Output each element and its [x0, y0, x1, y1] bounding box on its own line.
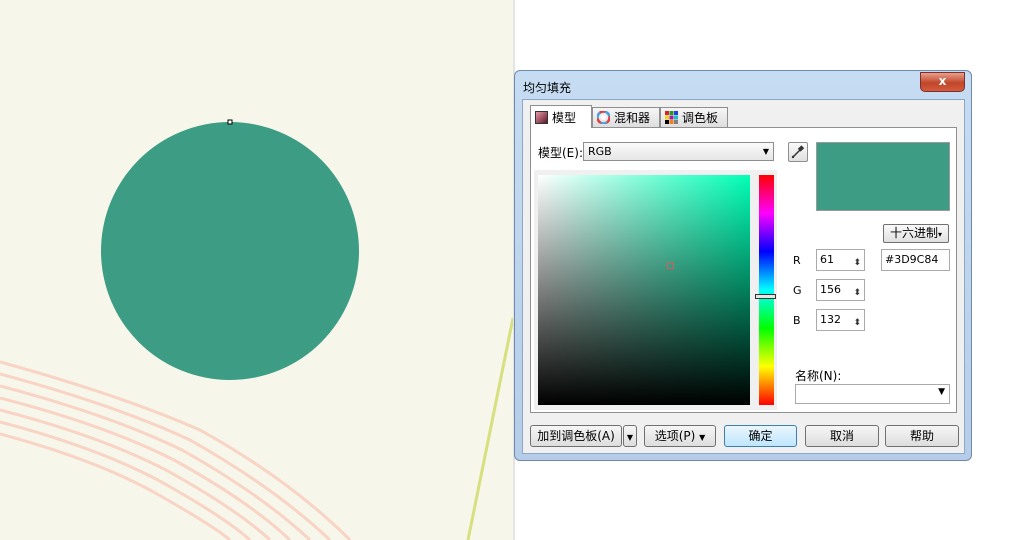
options-label: 选项(P): [654, 429, 696, 443]
hue-slider-handle[interactable]: [755, 294, 776, 299]
channel-r-input[interactable]: 61 ⬍: [816, 249, 865, 271]
name-label: 名称(N):: [795, 369, 842, 383]
cancel-button[interactable]: 取消: [805, 425, 879, 447]
model-label: 模型(E):: [538, 146, 583, 160]
circle-node-handle: [227, 119, 233, 125]
channel-g-value: 156: [820, 283, 841, 296]
close-button[interactable]: x: [920, 72, 965, 92]
channel-r-value: 61: [820, 253, 834, 266]
ok-button[interactable]: 确定: [724, 425, 797, 447]
chevron-down-icon: ▼: [762, 147, 769, 156]
name-dropdown[interactable]: ▼: [795, 384, 950, 404]
spinner-icon[interactable]: ⬍: [853, 313, 861, 333]
hue-strip[interactable]: [759, 175, 774, 405]
spinner-icon[interactable]: ⬍: [853, 253, 861, 273]
channel-g-label: G: [793, 284, 802, 297]
dialog-client: 模型 混和器 调色板 模型(E): RGB ▼ 十六进制▾ R 61 ⬍ G 1…: [522, 99, 965, 454]
mixer-icon: [597, 111, 610, 124]
chevron-down-icon: ▼: [626, 433, 634, 442]
tab-palette[interactable]: 调色板: [660, 107, 728, 127]
eyedropper-button[interactable]: [788, 142, 808, 162]
channel-b-value: 132: [820, 313, 841, 326]
pink-stripes: [0, 360, 352, 540]
green-line: [466, 317, 513, 540]
tab-model-label: 模型: [552, 110, 577, 125]
canvas-artwork: [0, 119, 513, 540]
model-dropdown[interactable]: RGB ▼: [583, 142, 774, 161]
uniform-fill-dialog: 均匀填充 x 模型 混和器 调色板 模型(E): RGB ▼ 十六进制▾ R 6…: [514, 70, 972, 461]
dropdown-arrow-icon: ▾: [938, 230, 943, 239]
ok-label: 确定: [748, 429, 773, 443]
add-to-palette-label: 加到调色板(A): [537, 429, 615, 443]
channel-g-input[interactable]: 156 ⬍: [816, 279, 865, 301]
color-selection-marker[interactable]: [667, 262, 674, 269]
hex-value: #3D9C84: [885, 253, 939, 266]
channel-r-label: R: [793, 254, 801, 267]
close-icon: x: [938, 74, 947, 88]
color-picker: [534, 170, 777, 410]
channel-b-input[interactable]: 132 ⬍: [816, 309, 865, 331]
teal-circle: [101, 122, 359, 380]
tab-palette-label: 调色板: [682, 111, 719, 125]
drawing-canvas[interactable]: [0, 0, 513, 540]
add-to-palette-menu-button[interactable]: ▼: [623, 425, 637, 447]
model-dropdown-value: RGB: [588, 145, 612, 158]
options-button[interactable]: 选项(P) ▼: [644, 425, 716, 447]
cancel-label: 取消: [829, 429, 854, 443]
model-icon: [535, 110, 548, 124]
chevron-down-icon: ▼: [699, 433, 706, 442]
dialog-title: 均匀填充: [523, 81, 572, 95]
tab-mixer[interactable]: 混和器: [592, 107, 660, 127]
saturation-value-area[interactable]: [538, 175, 750, 405]
tab-mixer-label: 混和器: [614, 111, 651, 125]
color-preview-swatch: [816, 142, 950, 211]
hex-mode-label: 十六进制: [889, 226, 938, 240]
tab-model[interactable]: 模型: [530, 105, 592, 128]
hex-input[interactable]: #3D9C84: [881, 249, 950, 271]
help-label: 帮助: [909, 429, 934, 443]
spinner-icon[interactable]: ⬍: [853, 283, 861, 303]
help-button[interactable]: 帮助: [885, 425, 959, 447]
eyedropper-icon: [791, 145, 805, 159]
channel-b-label: B: [793, 314, 801, 327]
chevron-down-icon: ▼: [938, 387, 945, 397]
add-to-palette-button[interactable]: 加到调色板(A): [530, 425, 622, 447]
hex-mode-button[interactable]: 十六进制▾: [883, 224, 949, 243]
model-tab-panel: 模型(E): RGB ▼ 十六进制▾ R 61 ⬍ G 156 ⬍ B 132 …: [530, 127, 957, 413]
palette-icon: [665, 111, 678, 124]
